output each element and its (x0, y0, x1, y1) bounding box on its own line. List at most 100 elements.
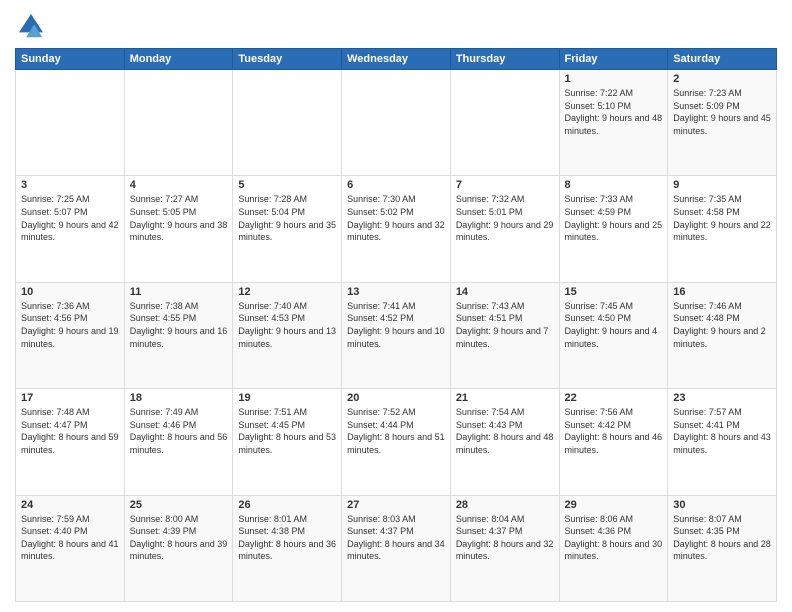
calendar-cell: 28 Sunrise: 8:04 AMSunset: 4:37 PMDayligh… (450, 495, 559, 601)
calendar-cell: 6Sunrise: 7:30 AMSunset: 5:02 PMDaylight… (342, 176, 451, 282)
calendar-week-row: 17 Sunrise: 7:48 AMSunset: 4:47 PMDayligh… (16, 389, 777, 495)
day-info: Sunrise: 7:49 AMSunset: 4:46 PMDaylight:… (130, 406, 228, 456)
calendar-cell: 10Sunrise: 7:36 AMSunset: 4:56 PMDayligh… (16, 282, 125, 388)
day-number: 6 (347, 179, 445, 191)
day-number: 19 (238, 392, 336, 404)
day-number: 24 (21, 499, 119, 511)
calendar: SundayMondayTuesdayWednesdayThursdayFrid… (15, 48, 777, 602)
calendar-cell: 27 Sunrise: 8:03 AMSunset: 4:37 PMDayligh… (342, 495, 451, 601)
calendar-cell: 19 Sunrise: 7:51 AMSunset: 4:45 PMDayligh… (233, 389, 342, 495)
day-info: Sunrise: 7:54 AMSunset: 4:43 PMDaylight:… (456, 406, 554, 456)
day-number: 12 (238, 286, 336, 298)
calendar-cell: 13 Sunrise: 7:41 AMSunset: 4:52 PMDayligh… (342, 282, 451, 388)
day-number: 13 (347, 286, 445, 298)
day-info: Sunrise: 8:00 AMSunset: 4:39 PMDaylight:… (130, 513, 228, 563)
day-number: 1 (565, 73, 663, 85)
calendar-cell (16, 70, 125, 176)
calendar-week-row: 24 Sunrise: 7:59 AMSunset: 4:40 PMDayligh… (16, 495, 777, 601)
calendar-cell: 9Sunrise: 7:35 AMSunset: 4:58 PMDaylight… (668, 176, 777, 282)
calendar-cell: 22 Sunrise: 7:56 AMSunset: 4:42 PMDayligh… (559, 389, 668, 495)
calendar-cell: 24 Sunrise: 7:59 AMSunset: 4:40 PMDayligh… (16, 495, 125, 601)
day-number: 27 (347, 499, 445, 511)
calendar-cell: 25 Sunrise: 8:00 AMSunset: 4:39 PMDayligh… (124, 495, 233, 601)
calendar-cell: 8 Sunrise: 7:33 AMSunset: 4:59 PMDaylight… (559, 176, 668, 282)
day-info: Sunrise: 7:46 AMSunset: 4:48 PMDaylight:… (673, 300, 771, 350)
calendar-cell: 26Sunrise: 8:01 AMSunset: 4:38 PMDayligh… (233, 495, 342, 601)
calendar-cell: 23 Sunrise: 7:57 AMSunset: 4:41 PMDayligh… (668, 389, 777, 495)
day-info: Sunrise: 8:03 AMSunset: 4:37 PMDaylight:… (347, 513, 445, 563)
calendar-body: 1 Sunrise: 7:22 AMSunset: 5:10 PMDaylight… (16, 70, 777, 602)
day-info: Sunrise: 7:56 AMSunset: 4:42 PMDaylight:… (565, 406, 663, 456)
calendar-cell (342, 70, 451, 176)
calendar-cell (124, 70, 233, 176)
day-number: 14 (456, 286, 554, 298)
calendar-cell: 15 Sunrise: 7:45 AMSunset: 4:50 PMDayligh… (559, 282, 668, 388)
calendar-cell: 1 Sunrise: 7:22 AMSunset: 5:10 PMDaylight… (559, 70, 668, 176)
calendar-cell: 30 Sunrise: 8:07 AMSunset: 4:35 PMDayligh… (668, 495, 777, 601)
day-number: 18 (130, 392, 228, 404)
day-number: 30 (673, 499, 771, 511)
day-number: 9 (673, 179, 771, 191)
calendar-cell: 16 Sunrise: 7:46 AMSunset: 4:48 PMDayligh… (668, 282, 777, 388)
calendar-week-row: 10Sunrise: 7:36 AMSunset: 4:56 PMDayligh… (16, 282, 777, 388)
day-info: Sunrise: 7:43 AMSunset: 4:51 PMDaylight:… (456, 300, 554, 350)
day-number: 8 (565, 179, 663, 191)
calendar-cell: 21Sunrise: 7:54 AMSunset: 4:43 PMDayligh… (450, 389, 559, 495)
weekday-header: Tuesday (233, 49, 342, 70)
day-number: 5 (238, 179, 336, 191)
day-info: Sunrise: 7:22 AMSunset: 5:10 PMDaylight:… (565, 87, 663, 137)
day-info: Sunrise: 7:52 AMSunset: 4:44 PMDaylight:… (347, 406, 445, 456)
calendar-cell: 2 Sunrise: 7:23 AMSunset: 5:09 PMDaylight… (668, 70, 777, 176)
day-info: Sunrise: 7:45 AMSunset: 4:50 PMDaylight:… (565, 300, 663, 350)
day-number: 25 (130, 499, 228, 511)
weekday-row: SundayMondayTuesdayWednesdayThursdayFrid… (16, 49, 777, 70)
day-number: 23 (673, 392, 771, 404)
day-info: Sunrise: 8:04 AMSunset: 4:37 PMDaylight:… (456, 513, 554, 563)
weekday-header: Thursday (450, 49, 559, 70)
day-number: 2 (673, 73, 771, 85)
day-info: Sunrise: 7:28 AMSunset: 5:04 PMDaylight:… (238, 193, 336, 243)
logo (15, 10, 51, 42)
calendar-cell: 12Sunrise: 7:40 AMSunset: 4:53 PMDayligh… (233, 282, 342, 388)
day-number: 22 (565, 392, 663, 404)
day-info: Sunrise: 7:32 AMSunset: 5:01 PMDaylight:… (456, 193, 554, 243)
day-info: Sunrise: 7:59 AMSunset: 4:40 PMDaylight:… (21, 513, 119, 563)
day-number: 11 (130, 286, 228, 298)
page: SundayMondayTuesdayWednesdayThursdayFrid… (0, 0, 792, 612)
day-number: 28 (456, 499, 554, 511)
day-number: 15 (565, 286, 663, 298)
calendar-cell: 7Sunrise: 7:32 AMSunset: 5:01 PMDaylight… (450, 176, 559, 282)
day-number: 4 (130, 179, 228, 191)
day-info: Sunrise: 7:41 AMSunset: 4:52 PMDaylight:… (347, 300, 445, 350)
calendar-cell: 29Sunrise: 8:06 AMSunset: 4:36 PMDayligh… (559, 495, 668, 601)
calendar-cell (233, 70, 342, 176)
calendar-cell: 20 Sunrise: 7:52 AMSunset: 4:44 PMDayligh… (342, 389, 451, 495)
day-info: Sunrise: 7:48 AMSunset: 4:47 PMDaylight:… (21, 406, 119, 456)
calendar-week-row: 3 Sunrise: 7:25 AMSunset: 5:07 PMDaylight… (16, 176, 777, 282)
day-number: 3 (21, 179, 119, 191)
header (15, 10, 777, 42)
day-number: 10 (21, 286, 119, 298)
day-number: 17 (21, 392, 119, 404)
day-number: 16 (673, 286, 771, 298)
calendar-cell: 11Sunrise: 7:38 AMSunset: 4:55 PMDayligh… (124, 282, 233, 388)
calendar-week-row: 1 Sunrise: 7:22 AMSunset: 5:10 PMDaylight… (16, 70, 777, 176)
day-info: Sunrise: 8:07 AMSunset: 4:35 PMDaylight:… (673, 513, 771, 563)
calendar-cell: 14 Sunrise: 7:43 AMSunset: 4:51 PMDayligh… (450, 282, 559, 388)
weekday-header: Friday (559, 49, 668, 70)
day-info: Sunrise: 7:27 AMSunset: 5:05 PMDaylight:… (130, 193, 228, 243)
weekday-header: Monday (124, 49, 233, 70)
calendar-cell: 5 Sunrise: 7:28 AMSunset: 5:04 PMDaylight… (233, 176, 342, 282)
calendar-cell (450, 70, 559, 176)
calendar-cell: 17 Sunrise: 7:48 AMSunset: 4:47 PMDayligh… (16, 389, 125, 495)
weekday-header: Wednesday (342, 49, 451, 70)
day-info: Sunrise: 7:51 AMSunset: 4:45 PMDaylight:… (238, 406, 336, 456)
day-number: 29 (565, 499, 663, 511)
calendar-header: SundayMondayTuesdayWednesdayThursdayFrid… (16, 49, 777, 70)
day-number: 20 (347, 392, 445, 404)
day-info: Sunrise: 7:33 AMSunset: 4:59 PMDaylight:… (565, 193, 663, 243)
day-info: Sunrise: 7:23 AMSunset: 5:09 PMDaylight:… (673, 87, 771, 137)
day-info: Sunrise: 7:25 AMSunset: 5:07 PMDaylight:… (21, 193, 119, 243)
day-info: Sunrise: 7:57 AMSunset: 4:41 PMDaylight:… (673, 406, 771, 456)
day-number: 26 (238, 499, 336, 511)
